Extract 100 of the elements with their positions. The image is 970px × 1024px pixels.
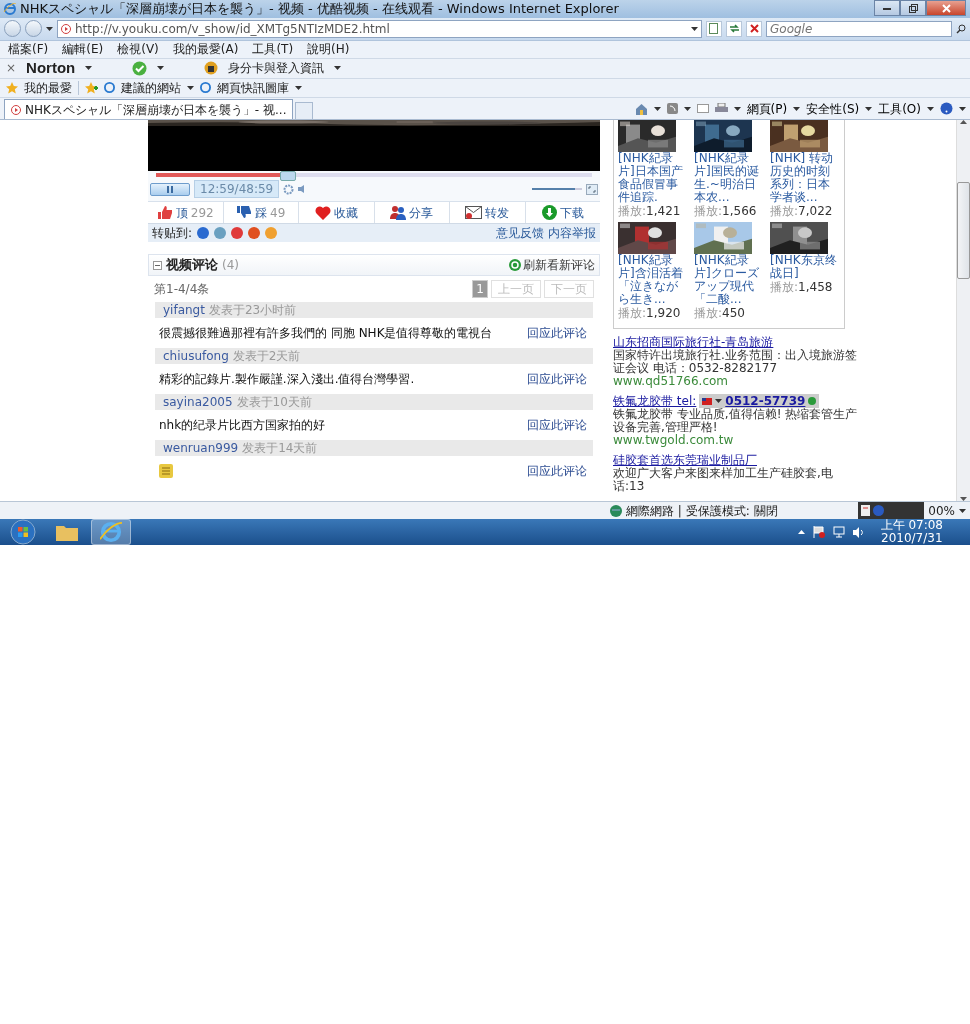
play-count: 播放:1,566 [694, 204, 758, 219]
address-field[interactable]: http://v.youku.com/v_show/id_XMTg5NTIzMDE2.html [57, 19, 702, 38]
star-icon[interactable] [6, 82, 18, 94]
favorites-item[interactable]: 網頁快訊圖庫 [217, 81, 289, 95]
menu-item[interactable]: 說明(H) [307, 42, 350, 57]
comment-author[interactable]: yifangt [163, 303, 205, 318]
close-icon [749, 24, 759, 34]
security-zone: 網際網路 | 受保護模式: 關閉 [626, 503, 778, 518]
menu-item[interactable]: 我的最愛(A) [172, 42, 239, 57]
folder-icon [56, 523, 78, 541]
video-title[interactable]: [NHK紀录片]含泪活着「泣きながら生き... [618, 254, 688, 307]
reply-link[interactable]: 回应此评论 [527, 372, 587, 387]
ad-title[interactable]: 铁氟龙胶带 tel: [613, 394, 697, 409]
dropdown-icon[interactable] [683, 106, 691, 111]
ad-title[interactable]: 硅胶套首选东莞瑞业制品厂 [613, 453, 757, 468]
refresh-comments-button[interactable]: 刷新看新评论 [509, 258, 595, 273]
search-icon[interactable] [956, 23, 966, 34]
dropdown-icon[interactable] [793, 106, 801, 111]
dropdown-icon[interactable] [691, 26, 698, 31]
video-title[interactable]: [NHK] 转动历史的时刻系列：日本学者谈... [770, 152, 840, 205]
show-hidden-icons-icon[interactable] [797, 530, 805, 534]
clock[interactable]: 上午 07:08 2010/7/31 [880, 519, 943, 545]
video-title[interactable]: [NHK紀录片]日本国产食品假冒事件追踪. [618, 152, 688, 205]
minimize-button[interactable] [874, 0, 900, 16]
dropdown-icon[interactable] [187, 86, 194, 90]
network-icon[interactable] [832, 526, 845, 538]
reply-link[interactable]: 回应此评论 [527, 326, 587, 341]
favorites-item[interactable]: 建議的網站 [121, 81, 181, 95]
pause-button[interactable] [150, 182, 190, 196]
command-menu[interactable]: 安全性(S) [806, 101, 860, 116]
close-toolbar-button[interactable]: × [6, 61, 17, 76]
action-count: 292 [190, 205, 214, 220]
favorites-label[interactable]: 我的最愛 [24, 81, 72, 95]
dropdown-icon[interactable] [959, 106, 966, 111]
share-site-icon[interactable] [197, 227, 210, 240]
scroll-thumb[interactable] [957, 182, 970, 280]
comment-text: nhk的纪录片比西方国家拍的好 [159, 418, 326, 433]
checkmark-icon[interactable] [132, 60, 148, 76]
dropdown-icon[interactable] [295, 86, 302, 90]
dropdown-icon[interactable] [733, 106, 741, 111]
comment-time: 发表于10天前 [236, 395, 312, 410]
mail-icon[interactable] [696, 104, 709, 114]
comment-author[interactable]: chiusufong [163, 349, 229, 364]
progress-handle[interactable] [279, 171, 296, 182]
progress-bar[interactable] [156, 173, 592, 178]
document-icon[interactable] [861, 505, 871, 516]
dropdown-icon[interactable] [715, 399, 723, 404]
collapse-icon[interactable] [153, 260, 162, 270]
add-favorite-icon[interactable] [85, 82, 98, 94]
settings-icon[interactable] [283, 183, 295, 195]
repost-label: 转贴到: [152, 226, 193, 241]
minimize-icon [883, 6, 891, 10]
comment-text: 很震撼很難過那裡有許多我們的 同胞 NHK是值得尊敬的電視台 [159, 326, 493, 341]
search-field[interactable]: Google [766, 20, 952, 37]
video-title[interactable]: [NHK东京终战日] [770, 254, 840, 281]
flag-icon[interactable] [812, 526, 825, 538]
zoom-level[interactable]: 00% [928, 503, 955, 518]
phone-badge[interactable]: 0512-57739 [699, 394, 820, 409]
browser-tab[interactable]: NHKスペシャル「深層崩壊が日本を襲う」- 视... [4, 99, 294, 120]
volume-icon[interactable] [852, 526, 865, 538]
report-link[interactable]: 意见反馈 [496, 226, 544, 241]
dropdown-icon[interactable] [334, 66, 342, 71]
printer-icon[interactable] [714, 103, 728, 115]
command-menu[interactable]: 工具(O) [878, 101, 921, 116]
ad-url[interactable]: www.twgold.com.tw [613, 434, 913, 448]
share-site-icon[interactable] [231, 227, 244, 240]
dropdown-icon[interactable] [157, 66, 165, 71]
menu-item[interactable]: 工具(T) [252, 42, 294, 57]
reply-link[interactable]: 回应此评论 [527, 418, 587, 433]
reply-link[interactable]: 回应此评论 [527, 464, 587, 479]
norton-brand[interactable]: Norton [26, 61, 76, 76]
report-link[interactable]: 内容举报 [548, 226, 596, 241]
menu-item[interactable]: 檔案(F) [8, 42, 49, 57]
home-icon[interactable] [634, 102, 648, 115]
dropdown-icon[interactable] [865, 106, 873, 111]
compatibility-button[interactable] [706, 20, 722, 37]
windows-logo-icon [10, 519, 36, 545]
menu-item[interactable]: 編輯(E) [62, 42, 104, 57]
ad-description: 欢迎广大客户来图来样加工生产硅胶套,电话:13 [613, 467, 834, 494]
feed-icon[interactable] [666, 103, 678, 115]
command-menu[interactable]: 網頁(P) [746, 101, 788, 116]
dropdown-icon[interactable] [46, 26, 53, 31]
menu-item[interactable]: 檢視(V) [117, 42, 159, 57]
share-site-icon[interactable] [248, 227, 261, 240]
ad-url[interactable]: www.qd51766.com [613, 375, 913, 389]
dropdown-icon[interactable] [959, 508, 966, 513]
video-title[interactable]: [NHK紀录片]国民的诞生.~明治日本农... [694, 152, 764, 205]
close-button[interactable] [926, 0, 966, 16]
stop-button[interactable] [746, 20, 762, 37]
identity-menu[interactable]: 身分卡與登入資訊 [228, 61, 325, 76]
dropdown-icon[interactable] [927, 106, 934, 111]
comment-author[interactable]: wenruan999 [163, 441, 239, 456]
refresh-button[interactable] [726, 20, 742, 37]
dropdown-icon[interactable] [85, 66, 93, 71]
video-title[interactable]: [NHK紀录片]クローズアップ現代「二酸... [694, 254, 764, 307]
comment-author[interactable]: sayina2005 [163, 395, 233, 410]
ad-title[interactable]: 山东招商国际旅行社-青岛旅游 [613, 335, 774, 350]
dropdown-icon[interactable] [653, 106, 661, 111]
identity-icon[interactable] [204, 61, 219, 76]
restore-button[interactable] [900, 0, 926, 16]
